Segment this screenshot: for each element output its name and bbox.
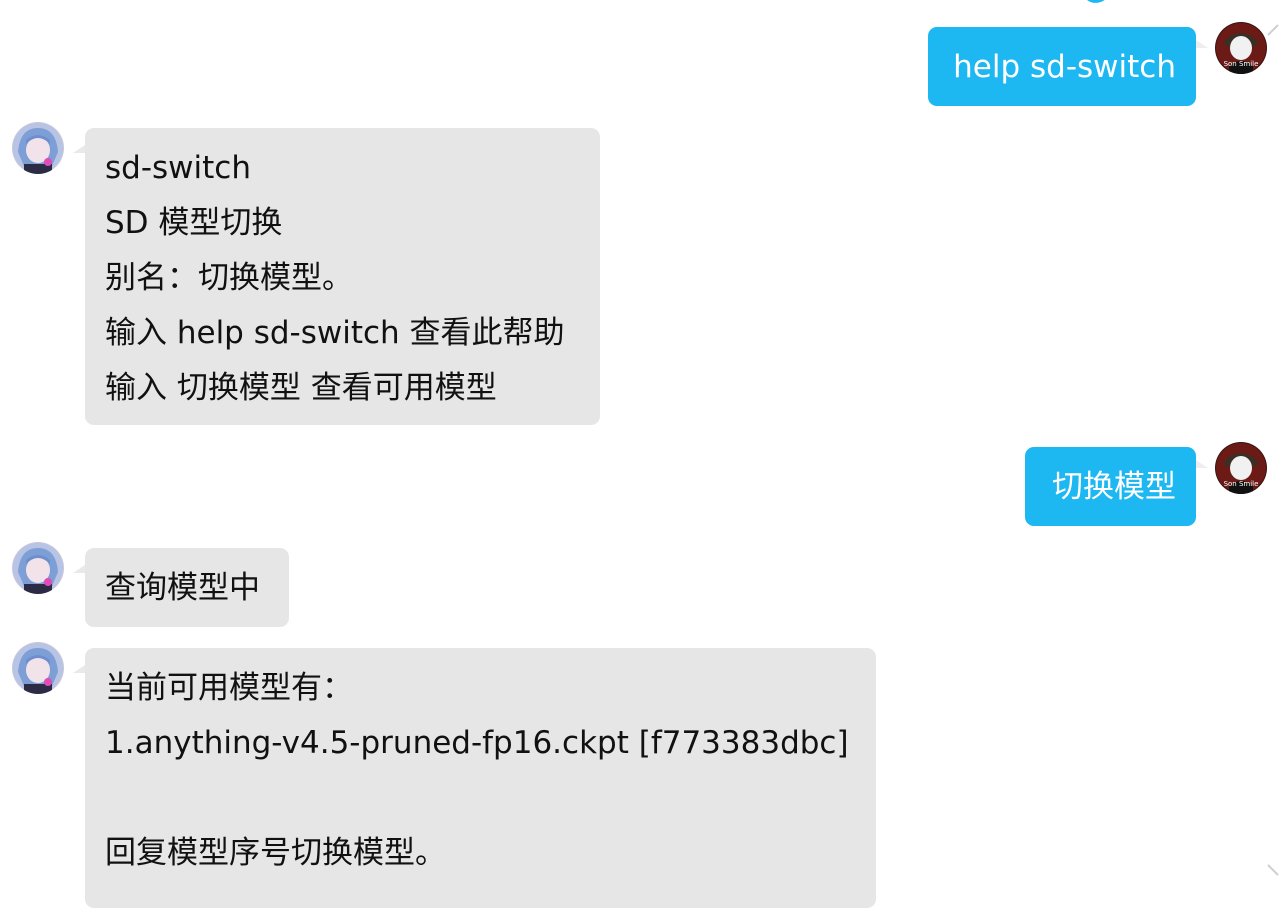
user-bubble-tail — [1196, 40, 1208, 48]
user-message-bubble: help sd-switch — [928, 27, 1196, 106]
message-line: help sd-switch — [953, 49, 1176, 85]
user-avatar[interactable]: Son Smile — [1215, 22, 1267, 74]
previous-message-fragment — [1075, 0, 1195, 6]
message-line: 1.anything-v4.5-pruned-fp16.ckpt [f77338… — [105, 725, 849, 761]
message-line: 别名：切换模型。 — [105, 260, 353, 296]
bot-avatar[interactable] — [12, 542, 64, 594]
corner-arrow-icon — [1266, 862, 1280, 876]
user-avatar-icon: Son Smile — [1215, 442, 1267, 494]
bot-avatar[interactable] — [12, 642, 64, 694]
message-line: 输入 切换模型 查看可用模型 — [105, 370, 497, 406]
bot-bubble-tail — [73, 145, 85, 153]
anime-bot-avatar-icon — [12, 542, 64, 594]
user-avatar[interactable]: Son Smile — [1215, 442, 1267, 494]
message-line: 查询模型中 — [105, 570, 260, 606]
message-line — [105, 771, 856, 826]
user-bubble-tail — [1196, 460, 1208, 468]
message-line: 回复模型序号切换模型。 — [105, 835, 446, 871]
user-message-bubble: 切换模型 — [1025, 447, 1196, 526]
message-line: 当前可用模型有： — [105, 670, 353, 706]
chat-conversation: help sd-switch Son Smile sd-switch SD 模型… — [0, 0, 1280, 908]
avatar-caption: Son Smile — [1224, 480, 1259, 488]
avatar-caption: Son Smile — [1224, 60, 1259, 68]
user-avatar-icon: Son Smile — [1215, 22, 1267, 74]
message-line: sd-switch — [105, 150, 251, 186]
corner-arrow-icon — [1266, 22, 1280, 36]
anime-bot-avatar-icon — [12, 122, 64, 174]
anime-bot-avatar-icon — [12, 642, 64, 694]
bot-bubble-tail — [73, 665, 85, 673]
message-line: 输入 help sd-switch 查看此帮助 — [105, 315, 565, 351]
message-line: 切换模型 — [1052, 469, 1176, 505]
message-line: SD 模型切换 — [105, 205, 283, 241]
bot-message-bubble: sd-switch SD 模型切换 别名：切换模型。 输入 help sd-sw… — [85, 128, 600, 425]
bot-avatar[interactable] — [12, 122, 64, 174]
bot-message-bubble: 查询模型中 — [85, 548, 289, 627]
bot-bubble-tail — [73, 565, 85, 573]
bot-message-bubble: 当前可用模型有： 1.anything-v4.5-pruned-fp16.ckp… — [85, 648, 876, 908]
